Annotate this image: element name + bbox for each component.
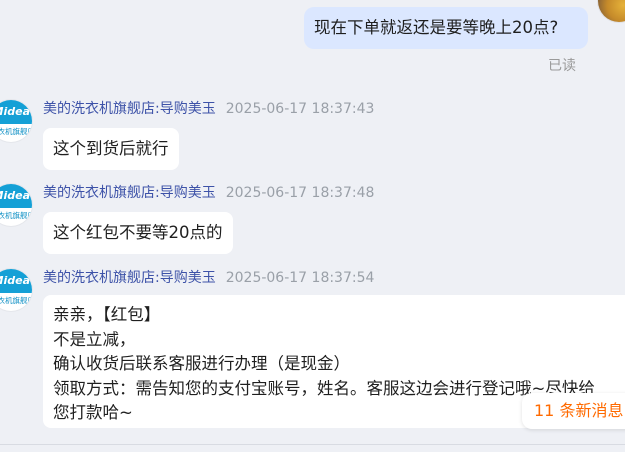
message-bubble[interactable]: 这个到货后就行 [43,128,179,170]
message-timestamp: 2025-06-17 18:37:54 [225,270,375,286]
message-text: 这个到货后就行 [53,139,169,158]
message-text: 这个红包不要等20点的 [53,223,223,242]
message-bubble[interactable]: 这个红包不要等20点的 [43,212,233,254]
store-avatar[interactable]: Midea 洗衣机旗舰店 [0,100,32,142]
message-header: 美的洗衣机旗舰店:导购美玉 2025-06-17 18:37:48 [43,182,374,202]
message-timestamp: 2025-06-17 18:37:43 [225,101,375,117]
incoming-message: Midea 洗衣机旗舰店 美的洗衣机旗舰店:导购美玉 2025-06-17 18:… [0,98,625,178]
outgoing-message-text: 现在下单就返还是要等晚上20点? [314,18,559,37]
store-logo: Midea [0,184,32,208]
store-avatar[interactable]: Midea 洗衣机旗舰店 [0,184,32,226]
store-logo-subtitle: 洗衣机旗舰店 [0,211,32,220]
message-header: 美的洗衣机旗舰店:导购美玉 2025-06-17 18:37:43 [43,98,374,118]
read-status: 已读 [548,58,576,74]
incoming-message: Midea 洗衣机旗舰店 美的洗衣机旗舰店:导购美玉 2025-06-17 18:… [0,182,625,262]
sender-name[interactable]: 美的洗衣机旗舰店:导购美玉 [43,270,216,286]
chat-window: 现在下单就返还是要等晚上20点? 已读 Midea 洗衣机旗舰店 美的洗衣机旗舰… [0,0,625,452]
input-divider [0,444,625,445]
message-text-line: 不是立减， [53,329,136,349]
message-timestamp: 2025-06-17 18:37:48 [225,185,375,201]
store-avatar[interactable]: Midea 洗衣机旗舰店 [0,269,32,311]
sender-name[interactable]: 美的洗衣机旗舰店:导购美玉 [43,101,216,117]
store-logo-subtitle: 洗衣机旗舰店 [0,296,32,305]
store-logo: Midea [0,100,32,124]
new-messages-button[interactable]: 11 条新消息 [522,393,625,429]
outgoing-message-bubble[interactable]: 现在下单就返还是要等晚上20点? [304,7,588,49]
message-text-line: 亲亲，【红包】 [53,305,161,324]
store-logo-subtitle: 洗衣机旗舰店 [0,127,32,136]
message-header: 美的洗衣机旗舰店:导购美玉 2025-06-17 18:37:54 [43,267,374,287]
sender-name[interactable]: 美的洗衣机旗舰店:导购美玉 [43,185,216,201]
store-logo: Midea [0,269,32,293]
message-text-line: 确认收货后联系客服进行办理（是现金） [53,354,350,373]
user-avatar[interactable] [598,0,625,22]
